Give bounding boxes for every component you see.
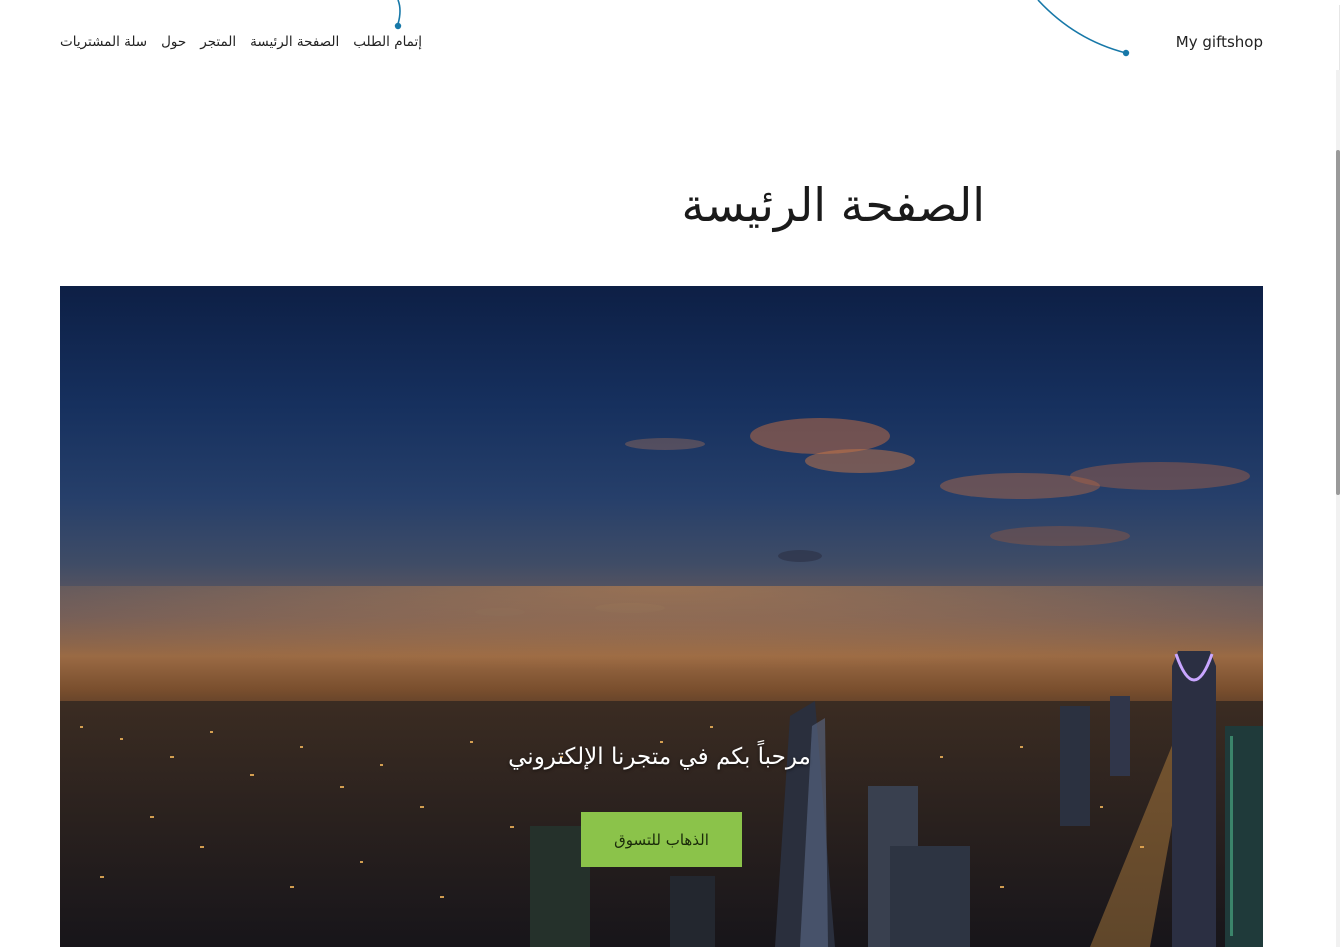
scrollbar-thumb[interactable] <box>1336 150 1340 495</box>
cloud <box>805 449 915 473</box>
cloud <box>778 550 822 562</box>
page: My giftshop إتمام الطلب الصفحة الرئيسة ا… <box>0 0 1340 947</box>
tower <box>670 876 715 947</box>
cloud <box>1070 462 1250 490</box>
horizon-glow <box>60 586 1263 706</box>
cloud <box>750 418 890 454</box>
cloud <box>625 438 705 450</box>
nav-link-home[interactable]: الصفحة الرئيسة <box>250 34 339 50</box>
hero-headline: مرحباً بكم في متجرنا الإلكتروني <box>60 744 1263 770</box>
callout-dot-nav <box>394 22 402 30</box>
nav-link-about[interactable]: حول <box>161 34 186 50</box>
page-scrollbar[interactable] <box>1336 70 1340 947</box>
callout-line-brand <box>1037 0 1127 54</box>
hero-headline-text: مرحباً بكم في متجرنا الإلكتروني <box>508 744 811 770</box>
cloud <box>990 526 1130 546</box>
kingdom-tower <box>1172 651 1216 947</box>
page-title: الصفحة الرئيسة <box>681 178 986 232</box>
nav-link-shop[interactable]: المتجر <box>200 34 236 50</box>
go-shopping-button[interactable]: الذهاب للتسوق <box>581 812 742 867</box>
callout-line-nav <box>397 0 401 25</box>
site-brand-link[interactable]: My giftshop <box>1176 33 1263 51</box>
callout-dot-brand <box>1122 49 1130 57</box>
tower <box>890 846 970 947</box>
nav-link-checkout[interactable]: إتمام الطلب <box>353 34 422 50</box>
main-nav: إتمام الطلب الصفحة الرئيسة المتجر حول سل… <box>60 34 500 50</box>
nav-link-cart[interactable]: سلة المشتريات <box>60 34 147 50</box>
hero-banner: مرحباً بكم في متجرنا الإلكتروني الذهاب ل… <box>60 286 1263 947</box>
